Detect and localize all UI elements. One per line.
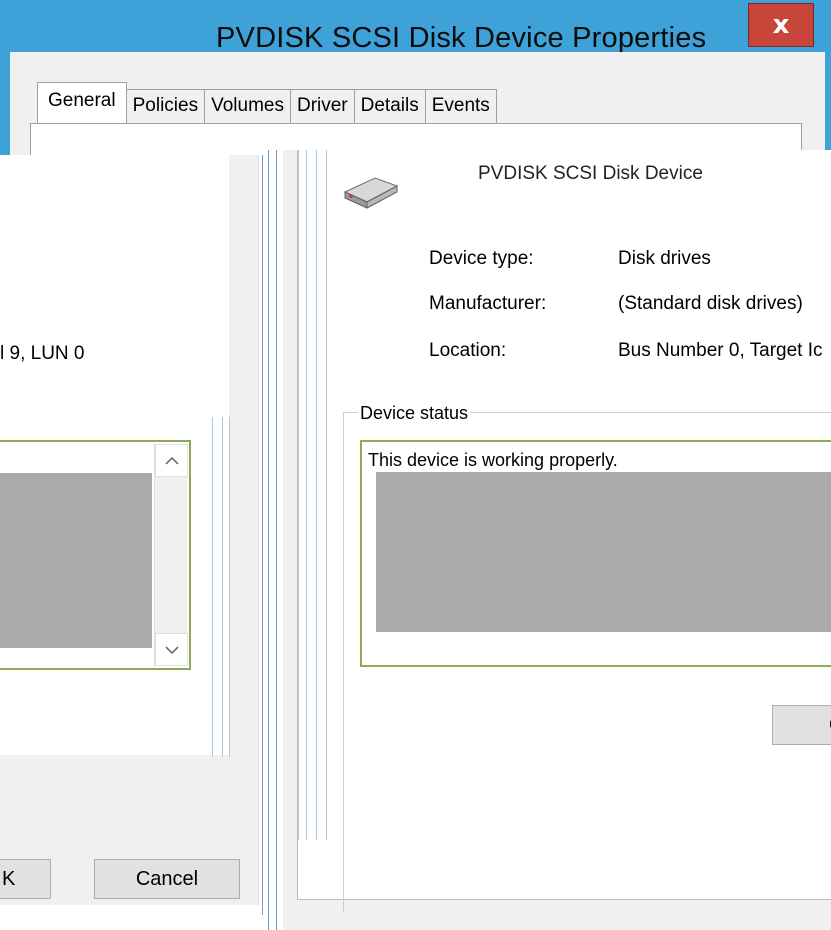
tab-driver[interactable]: Driver bbox=[289, 89, 355, 123]
tab-events[interactable]: Events bbox=[424, 89, 497, 123]
location-value: Bus Number 0, Target Ic bbox=[618, 340, 823, 361]
left-redacted-area bbox=[0, 473, 152, 648]
tab-general[interactable]: General bbox=[37, 82, 127, 124]
left-divider bbox=[222, 417, 223, 757]
left-divider bbox=[212, 417, 213, 757]
right-divider bbox=[298, 150, 299, 840]
status-redacted-area bbox=[376, 472, 831, 632]
right-divider bbox=[326, 150, 327, 840]
window-title: PVDISK SCSI Disk Device Properties bbox=[216, 22, 707, 54]
left-divider bbox=[229, 417, 230, 757]
window-edge bbox=[268, 150, 269, 930]
chevron-down-icon bbox=[164, 642, 180, 658]
scroll-up-button[interactable] bbox=[155, 444, 188, 477]
tab-policies[interactable]: Policies bbox=[125, 89, 206, 123]
left-scrollbar[interactable] bbox=[154, 444, 188, 666]
close-button[interactable]: x bbox=[748, 3, 814, 47]
device-status-box[interactable]: This device is working properly. bbox=[360, 440, 831, 667]
disk-drive-icon bbox=[341, 170, 401, 210]
close-icon: x bbox=[772, 10, 790, 40]
device-status-text: This device is working properly. bbox=[368, 450, 618, 470]
chevron-up-icon bbox=[164, 453, 180, 469]
ok-button-right[interactable]: O bbox=[772, 705, 831, 745]
window-edge bbox=[276, 150, 277, 930]
left-location-fragment: l 9, LUN 0 bbox=[0, 343, 85, 364]
right-divider bbox=[306, 150, 307, 840]
device-type-value: Disk drives bbox=[618, 248, 711, 269]
tab-volumes[interactable]: Volumes bbox=[204, 89, 291, 123]
device-status-label: Device status bbox=[358, 403, 471, 424]
right-dialog: PVDISK SCSI Disk Device Device type: Dis… bbox=[283, 150, 831, 930]
scroll-down-button[interactable] bbox=[155, 633, 188, 666]
window-edge bbox=[262, 155, 263, 915]
manufacturer-label: Manufacturer: bbox=[429, 293, 547, 314]
cancel-button[interactable]: Cancel bbox=[94, 859, 240, 899]
tab-strip: General Policies Volumes Driver Details … bbox=[37, 82, 497, 124]
left-dialog: l 9, LUN 0 K Cancel bbox=[0, 155, 259, 905]
tab-details[interactable]: Details bbox=[353, 89, 426, 123]
right-divider bbox=[316, 150, 317, 840]
manufacturer-value: (Standard disk drives) bbox=[618, 293, 803, 314]
device-type-label: Device type: bbox=[429, 248, 534, 269]
left-listbox[interactable] bbox=[0, 440, 191, 670]
location-label: Location: bbox=[429, 340, 507, 361]
general-tab-content: PVDISK SCSI Disk Device Device type: Dis… bbox=[297, 150, 831, 912]
device-name: PVDISK SCSI Disk Device bbox=[478, 163, 703, 184]
ok-button[interactable]: K bbox=[0, 859, 51, 899]
